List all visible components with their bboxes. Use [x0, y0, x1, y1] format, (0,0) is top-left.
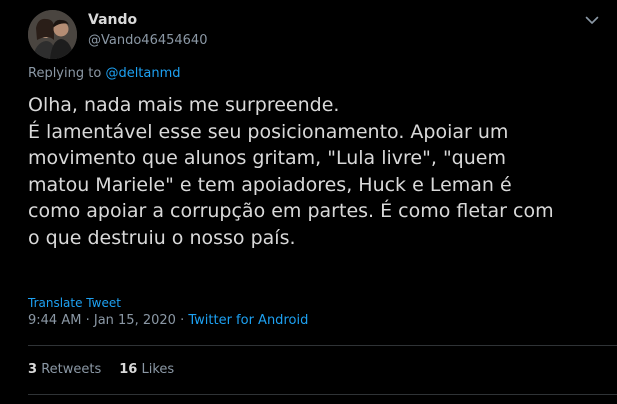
meta-separator: · — [180, 313, 185, 328]
likes-stat[interactable]: 16 Likes — [119, 362, 174, 377]
divider — [28, 345, 617, 346]
tweet-text-line: É lamentável esse seu posicionamento. Ap… — [28, 120, 509, 143]
translate-tweet-link[interactable]: Translate Tweet — [28, 296, 121, 310]
tweet: Vando @Vando46454640 Replying to @deltan… — [0, 0, 617, 404]
tweet-text-line: Olha, nada mais me surpreende. — [28, 94, 340, 116]
tweet-text-line: movimento que alunos gritam, "Lula livre… — [28, 147, 506, 169]
tweet-text: Olha, nada mais me surpreende. É lamentá… — [28, 92, 608, 251]
retweets-stat[interactable]: 3 Retweets — [28, 362, 101, 377]
likes-count: 16 — [119, 362, 138, 377]
tweet-meta: 9:44 AM · Jan 15, 2020 · Twitter for And… — [28, 313, 308, 328]
tweet-text-line: o que destruiu o nosso país. — [28, 226, 296, 249]
replying-to: Replying to @deltanmd — [28, 66, 181, 81]
avatar[interactable] — [28, 10, 77, 59]
tweet-time[interactable]: 9:44 AM — [28, 313, 81, 328]
meta-separator: · — [85, 313, 90, 328]
replying-to-label: Replying to — [28, 66, 102, 81]
retweets-count: 3 — [28, 362, 38, 377]
tweet-date[interactable]: Jan 15, 2020 — [94, 313, 176, 328]
author-handle[interactable]: @Vando46454640 — [88, 33, 207, 48]
tweet-stats: 3 Retweets 16 Likes — [28, 362, 174, 377]
retweets-label: Retweets — [41, 362, 102, 377]
tweet-text-line: como apoiar a corrupção em partes. É com… — [28, 200, 554, 222]
divider — [28, 394, 617, 395]
chevron-down-icon[interactable] — [582, 12, 602, 28]
tweet-text-line: matou Mariele" e tem apoiadores, Huck e … — [28, 173, 512, 196]
author-name[interactable]: Vando — [88, 12, 137, 28]
tweet-source-link[interactable]: Twitter for Android — [188, 313, 308, 328]
likes-label: Likes — [141, 362, 175, 377]
reply-mention-link[interactable]: @deltanmd — [105, 66, 180, 81]
